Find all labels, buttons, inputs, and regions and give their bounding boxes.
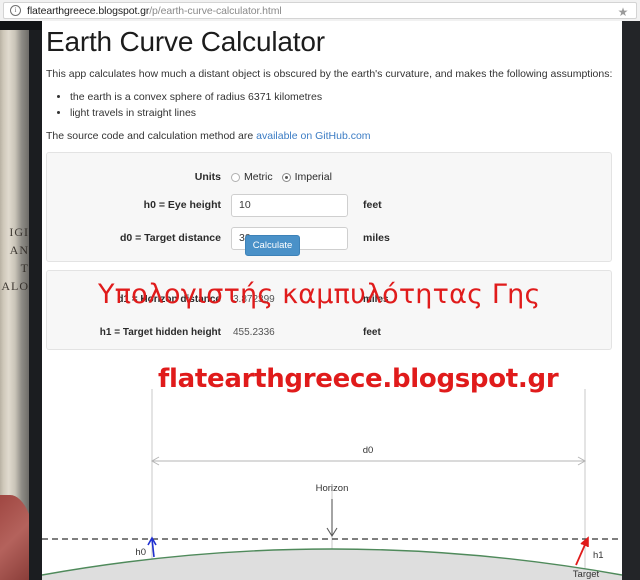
github-link[interactable]: available on GitHub.com	[256, 130, 370, 142]
units-label: Units	[194, 171, 221, 184]
radio-option-imperial[interactable]: Imperial	[281, 171, 332, 184]
eye-height-input[interactable]	[231, 193, 348, 217]
units-radio-group[interactable]: Metric Imperial	[231, 171, 332, 183]
input-form-panel: Units Metric Imperial h0 = Eye height fe…	[46, 152, 612, 263]
radio-metric-label: Metric	[244, 171, 273, 184]
eye-height-unit: feet	[363, 199, 382, 212]
horizon-distance-row: d1 = Horizon distance 3.872399 miles	[47, 291, 611, 307]
address-bar[interactable]: i flatearthgreece.blogspot.gr/p/earth-cu…	[3, 2, 637, 19]
eye-height-label: h0 = Eye height	[143, 199, 221, 212]
horizon-distance-unit: miles	[363, 293, 389, 305]
target-distance-unit: miles	[363, 232, 390, 245]
horizon-distance-value: 3.872399	[233, 293, 275, 305]
hidden-height-label: h1 = Target hidden height	[99, 326, 221, 338]
page-title: Earth Curve Calculator	[46, 26, 325, 57]
bookmark-star-icon[interactable]: ★	[617, 6, 629, 18]
results-panel: d1 = Horizon distance 3.872399 miles h1 …	[46, 270, 612, 351]
source-code-text: The source code and calculation method a…	[46, 130, 257, 143]
eye-height-row: h0 = Eye height feet	[47, 193, 611, 217]
units-row: Units Metric Imperial	[47, 165, 611, 189]
info-circle-icon[interactable]: i	[10, 5, 21, 16]
browser-toolbar: i flatearthgreece.blogspot.gr/p/earth-cu…	[0, 0, 640, 21]
d0-label: d0	[363, 445, 374, 456]
hidden-height-value: 455.2336	[233, 326, 275, 338]
h1-label: h1	[593, 550, 604, 561]
horizon-distance-label: d1 = Horizon distance	[117, 293, 221, 305]
target-label: Target	[573, 569, 600, 580]
intro-paragraph: This app calculates how much a distant o…	[46, 68, 613, 81]
background-book-line-1: AN	[9, 243, 29, 257]
radio-imperial-label: Imperial	[294, 171, 332, 184]
assumption-item: light travels in straight lines	[70, 105, 622, 121]
diagram-svg: d0 Horizon h0 h1 Target	[42, 389, 622, 580]
page-viewport: IGI AN T ALO Earth Curve Calculator This…	[0, 21, 640, 580]
h0-label: h0	[135, 547, 146, 558]
radio-option-metric[interactable]: Metric	[231, 171, 273, 183]
page-frame-top-left	[0, 21, 42, 30]
url-text: flatearthgreece.blogspot.gr/p/earth-curv…	[27, 5, 282, 17]
background-book-line-3: ALO	[1, 279, 29, 293]
page-frame-right	[622, 21, 640, 580]
url-domain: flatearthgreece.blogspot.gr	[27, 4, 150, 17]
ground-fill	[42, 549, 622, 580]
assumptions-list: the earth is a convex sphere of radius 6…	[42, 89, 622, 122]
radio-metric-icon[interactable]	[231, 172, 240, 182]
background-book-line-0: IGI	[9, 225, 29, 239]
hidden-height-unit: feet	[363, 326, 381, 338]
target-distance-row: d0 = Target distance miles	[47, 226, 611, 250]
page-frame-left	[29, 21, 42, 580]
url-path: /p/earth-curve-calculator.html	[149, 4, 282, 17]
target-distance-label: d0 = Target distance	[119, 232, 221, 245]
radio-imperial-icon[interactable]	[281, 172, 291, 182]
background-photo-red-shape	[0, 495, 29, 580]
calculate-button[interactable]: Calculate	[245, 235, 300, 257]
assumption-item: the earth is a convex sphere of radius 6…	[70, 89, 622, 105]
hidden-height-row: h1 = Target hidden height 455.2336 feet	[47, 324, 611, 340]
horizon-label: Horizon	[316, 483, 349, 494]
background-photo: IGI AN T ALO	[0, 21, 29, 580]
background-book-line-2: T	[20, 261, 29, 275]
earth-curve-diagram: d0 Horizon h0 h1 Target	[42, 389, 622, 580]
source-code-line: The source code and calculation method a…	[46, 130, 622, 142]
